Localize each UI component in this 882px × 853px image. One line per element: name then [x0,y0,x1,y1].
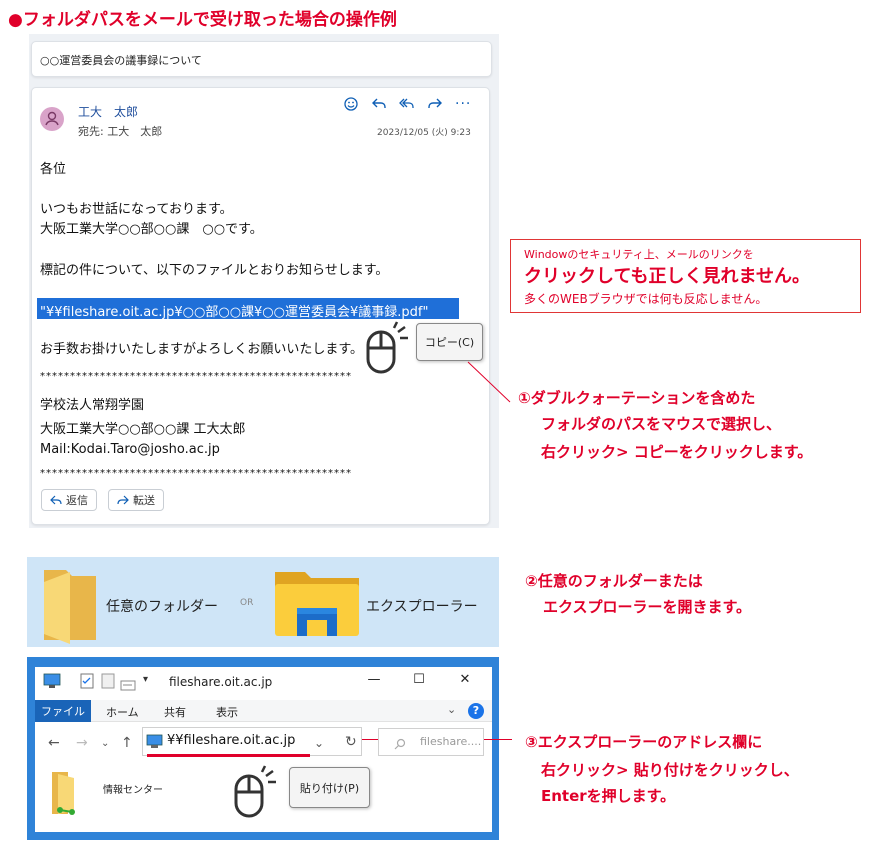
address-input[interactable]: ¥¥fileshare.oit.ac.jp [167,733,295,748]
folder-icon[interactable] [40,562,100,648]
mouse-icon [364,320,414,380]
forward-nav-icon[interactable]: → [76,735,88,751]
highlight-underline [147,754,310,757]
search-icon [394,735,406,754]
body-line: お手数お掛けいたしますがよろしくお願いいたします。 [40,342,364,357]
mail-subject: ○○運営委員会の議事録について [40,54,202,67]
step1-text: ①ダブルクォーテーションを含めた [518,389,756,407]
refresh-icon[interactable]: ↻ [345,734,357,750]
tab-share[interactable]: 共有 [164,704,186,720]
or-label: OR [240,598,254,608]
up-icon[interactable]: ↑ [121,735,133,751]
network-computer-icon [146,734,163,753]
separator-line: ****************************************… [40,371,352,382]
warning-line: 多くのWEBブラウザでは何も反応しません。 [524,292,768,306]
address-dropdown-icon[interactable]: ⌄ [314,736,324,750]
signature-line: Mail:Kodai.Taro@josho.ac.jp [40,442,220,457]
search-input[interactable]: fileshare.... [420,735,481,748]
more-icon[interactable]: ··· [455,96,471,112]
properties-icon[interactable] [80,673,94,693]
sender-name[interactable]: 工大 太郎 [78,103,138,120]
separator-line: ****************************************… [40,468,352,479]
help-icon[interactable]: ? [468,703,484,719]
reply-icon[interactable] [371,96,387,112]
recent-dropdown-icon[interactable]: ⌄ [101,738,109,749]
mail-date: 2023/12/05 (火) 9:23 [377,128,471,138]
body-line: 大阪工業大学○○部○○課 ○○です。 [40,222,263,237]
body-line: 標記の件について、以下のファイルとおりお知らせします。 [40,263,389,278]
forward-icon[interactable] [427,96,443,112]
step1-text: フォルダのパスをマウスで選択し、 [541,415,782,433]
maximize-icon[interactable]: ☐ [411,672,427,687]
folder-item-label[interactable]: 情報センター [103,781,163,796]
forward-icon [117,495,129,505]
folder-label: 任意のフォルダー [106,599,218,615]
warning-headline: クリックしても正しく見れません。 [524,266,811,287]
reply-all-icon[interactable] [399,96,415,112]
file-explorer-icon[interactable] [273,568,361,642]
computer-icon [43,673,61,693]
warning-line: Windowのセキュリティ上、メールのリンクを [524,248,754,261]
folder-path-link[interactable]: "¥¥fileshare.oit.ac.jp¥○○部○○課¥○○運営委員会¥議事… [40,301,428,320]
mouse-icon [232,764,282,824]
ribbon-bar [35,700,492,722]
tab-home[interactable]: ホーム [106,704,139,720]
signature-line: 大阪工業大学○○部○○課 工大太郎 [40,422,246,437]
recipient: 宛先: 工大 太郎 [78,125,163,138]
step3-text: Enterを押します。 [541,787,676,805]
rename-icon[interactable] [120,676,136,695]
forward-label: 転送 [133,494,155,507]
close-icon[interactable]: ✕ [457,672,473,687]
minimize-icon[interactable]: — [366,672,382,687]
paste-menu-item[interactable]: 貼り付け(P) [289,767,370,808]
page-title: ●フォルダパスをメールで受け取った場合の操作例 [8,10,397,30]
qat-dropdown-icon[interactable]: ▾ [143,674,148,685]
body-greeting: 各位 [40,162,67,177]
body-line: いつもお世話になっております。 [40,202,233,217]
step2-text: ②任意のフォルダーまたは [525,572,703,590]
reply-label: 返信 [66,494,88,507]
new-folder-icon[interactable] [101,673,115,693]
window-title: fileshare.oit.ac.jp [169,675,273,689]
step1-text: 右クリック> コピーをクリックします。 [541,443,813,461]
reply-icon [50,495,62,505]
step3-text: 右クリック> 貼り付けをクリックし、 [541,761,799,779]
step2-text: エクスプローラーを開きます。 [543,598,752,616]
leader-line [467,361,511,403]
step3-text: ③エクスプローラーのアドレス欄に [525,733,763,751]
tab-file[interactable]: ファイル [35,700,91,722]
emoji-icon[interactable] [343,96,359,112]
explorer-label: エクスプローラー [366,599,478,615]
shared-folder-icon[interactable] [50,770,80,820]
avatar [40,107,64,131]
ribbon-expand-icon[interactable]: ⌄ [447,703,456,716]
tab-view[interactable]: 表示 [216,704,238,720]
signature-line: 学校法人常翔学園 [40,398,145,413]
reply-button[interactable]: 返信 [41,489,97,511]
forward-button[interactable]: 転送 [108,489,164,511]
back-icon[interactable]: ← [48,735,60,751]
